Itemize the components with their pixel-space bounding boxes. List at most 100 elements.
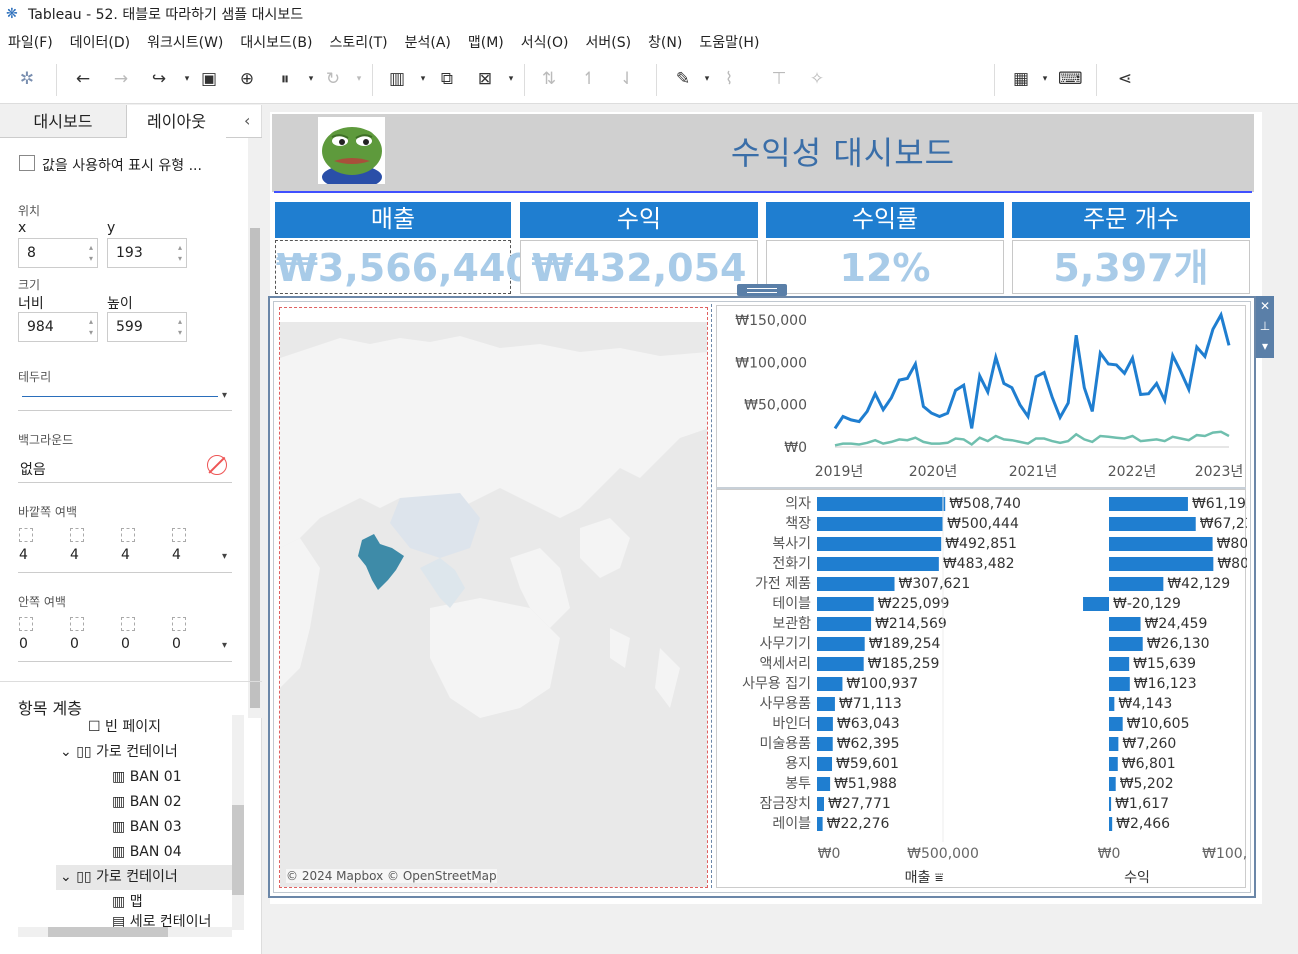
sales-bar[interactable] [817, 497, 946, 511]
kpi-profit-value[interactable]: ₩432,054 [520, 240, 758, 294]
menu-item-0[interactable]: 파일(F) [8, 32, 53, 52]
menu-item-8[interactable]: 서버(S) [585, 32, 631, 52]
menu-item-4[interactable]: 스토리(T) [329, 32, 387, 52]
pin-icon[interactable]: ✧ [806, 68, 828, 90]
sales-bar[interactable] [817, 577, 895, 591]
tab-layout[interactable]: 레이아웃 [126, 105, 226, 138]
dropdown-icon[interactable]: ▾ [696, 68, 718, 90]
tree-item-vertical-container[interactable]: ▤ 세로 컨테이너 [112, 913, 211, 927]
tree-item-ban03[interactable]: ▥ BAN 03 [112, 815, 182, 840]
sales-bar[interactable] [817, 517, 944, 531]
label-icon[interactable]: ⊤ [768, 68, 790, 90]
tree-item-horizontal-container[interactable]: ⌄ ▯▯ 가로 컨테이너 [60, 740, 178, 765]
sales-bar[interactable] [817, 697, 835, 711]
sales-bar[interactable] [817, 737, 833, 751]
menu-item-6[interactable]: 맵(M) [468, 32, 504, 52]
profit-line[interactable] [834, 430, 1230, 447]
profit-bar[interactable] [1109, 497, 1188, 511]
tree-item-ban01[interactable]: ▥ BAN 01 [112, 765, 182, 790]
more-options-icon[interactable]: ▾ [1256, 336, 1274, 356]
group-icon[interactable]: ⌇ [718, 68, 740, 90]
sales-bar[interactable] [817, 717, 833, 731]
collapse-panel-icon[interactable]: ‹ [244, 111, 250, 130]
clear-sheet-icon[interactable]: ⊠ [474, 68, 496, 90]
profit-bar[interactable] [1109, 537, 1213, 551]
dropdown-icon[interactable]: ▾ [300, 68, 322, 90]
category-bar-chart[interactable]: 의자 ₩508,740 ₩61,192 책장 ₩500,444 ₩67,231 복사기 ₩49… [716, 489, 1280, 888]
width-input[interactable]: 984 [18, 312, 98, 342]
tree-scrollbar[interactable] [232, 715, 244, 930]
sales-bar[interactable] [817, 657, 864, 671]
sort-asc-icon[interactable]: ↿ [578, 68, 600, 90]
profit-bar[interactable] [1109, 797, 1112, 811]
menu-item-5[interactable]: 분석(A) [405, 32, 451, 52]
dropdown-icon[interactable]: ▾ [348, 68, 370, 90]
profit-axis-label[interactable]: 수익 [1124, 870, 1150, 886]
sort-desc-icon[interactable]: ⇃ [616, 68, 638, 90]
profit-bar[interactable] [1083, 597, 1109, 611]
border-dropdown-icon[interactable]: ▾ [222, 390, 227, 401]
presentation-icon[interactable]: ⌨ [1058, 68, 1083, 90]
tree-item-horizontal-container-selected[interactable]: ⌄ ▯▯ 가로 컨테이너 [56, 865, 232, 890]
tree-item-blank-page[interactable]: ☐ 빈 페이지 [88, 715, 161, 740]
dropdown-icon[interactable]: ▾ [500, 68, 522, 90]
share-icon[interactable]: ⋖ [1114, 68, 1136, 90]
refresh-icon[interactable]: ↻ [322, 68, 344, 90]
sales-bar[interactable] [817, 677, 843, 691]
border-style-line[interactable] [22, 396, 218, 397]
redo-icon[interactable]: ↪ [148, 68, 170, 90]
menu-item-7[interactable]: 서식(O) [521, 32, 569, 52]
profit-bar[interactable] [1109, 717, 1123, 731]
menu-item-3[interactable]: 대시보드(B) [240, 32, 312, 52]
profit-bar[interactable] [1109, 757, 1118, 771]
forward-icon[interactable]: → [110, 68, 132, 90]
sales-bar[interactable] [817, 597, 874, 611]
tableau-logo-icon[interactable]: ✲ [16, 68, 38, 90]
sales-bar[interactable] [817, 557, 939, 571]
map-view[interactable] [279, 307, 708, 888]
panel-scrollbar[interactable] [248, 138, 262, 718]
pause-update-icon[interactable]: ⏸ [274, 68, 296, 90]
height-input[interactable]: 599 [107, 312, 187, 342]
close-icon[interactable]: ✕ [1256, 296, 1274, 316]
tree-item-ban04[interactable]: ▥ BAN 04 [112, 840, 182, 865]
profit-bar[interactable] [1109, 517, 1196, 531]
menu-item-9[interactable]: 창(N) [648, 32, 682, 52]
no-color-icon[interactable] [207, 455, 227, 475]
sales-bar[interactable] [817, 617, 872, 631]
sales-bar[interactable] [817, 757, 833, 771]
inner-padding-dropdown-icon[interactable]: ▾ [222, 640, 227, 651]
x-input[interactable]: 8 [18, 238, 98, 268]
menu-item-2[interactable]: 워크시트(W) [147, 32, 223, 52]
y-input[interactable]: 193 [107, 238, 187, 268]
profit-bar[interactable] [1109, 777, 1116, 791]
sales-axis-label[interactable]: 매출 ⩸ [905, 870, 944, 886]
container-drag-handle[interactable] [737, 284, 787, 296]
profit-bar[interactable] [1109, 737, 1119, 751]
swap-icon[interactable]: ⇅ [538, 68, 560, 90]
tab-dashboard[interactable]: 대시보드 [0, 105, 126, 138]
menu-item-10[interactable]: 도움말(H) [699, 32, 759, 52]
kpi-orders-value[interactable]: 5,397개 [1012, 240, 1250, 294]
back-icon[interactable]: ← [72, 68, 94, 90]
duplicate-sheet-icon[interactable]: ⧉ [436, 68, 458, 90]
dropdown-icon[interactable]: ▾ [176, 68, 198, 90]
add-datasource-icon[interactable]: ⊕ [236, 68, 258, 90]
sales-bar[interactable] [817, 777, 831, 791]
chevron-down-icon[interactable]: ⌄ [60, 869, 76, 885]
sales-bar[interactable] [817, 537, 942, 551]
tree-item-map[interactable]: ▥ 맵 [112, 890, 143, 915]
show-mark-checkbox[interactable] [19, 155, 35, 171]
profit-bar[interactable] [1109, 617, 1141, 631]
sales-bar[interactable] [817, 797, 824, 811]
dropdown-icon[interactable]: ▾ [412, 68, 434, 90]
chevron-down-icon[interactable]: ⌄ [60, 744, 76, 760]
profit-bar[interactable] [1109, 557, 1214, 571]
menu-item-1[interactable]: 데이터(D) [70, 32, 130, 52]
show-me-icon[interactable]: ▦ [1010, 68, 1032, 90]
new-sheet-icon[interactable]: ▥ [386, 68, 408, 90]
outer-padding-dropdown-icon[interactable]: ▾ [222, 551, 227, 562]
dropdown-icon[interactable]: ▾ [1034, 68, 1056, 90]
tree-item-ban02[interactable]: ▥ BAN 02 [112, 790, 182, 815]
kpi-margin-value[interactable]: 12% [766, 240, 1004, 294]
